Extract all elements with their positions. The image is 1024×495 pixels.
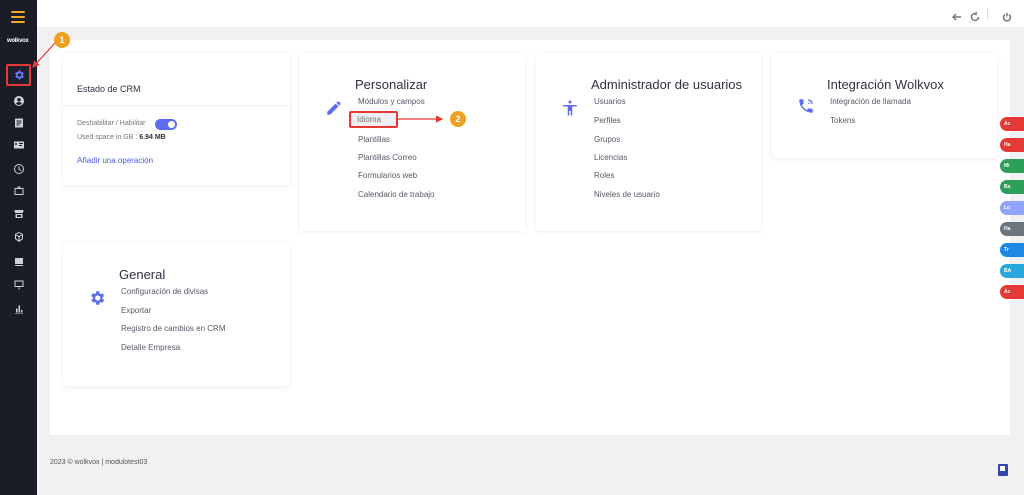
inbox-icon[interactable]	[10, 253, 27, 270]
side-tab-4[interactable]: Ba	[1000, 180, 1024, 194]
top-bar	[37, 0, 1024, 28]
side-tab-8[interactable]: BA	[1000, 264, 1024, 278]
side-tab-2[interactable]: Ha	[1000, 138, 1024, 152]
accessibility-icon	[561, 99, 579, 117]
link-configuracion-divisas[interactable]: Configuración de divisas	[121, 287, 208, 296]
link-integracion-llamada[interactable]: Integración de llamada	[830, 97, 911, 106]
integracion-title: Integración Wolkvox	[827, 77, 944, 92]
gear-icon	[88, 289, 106, 307]
divider	[63, 105, 290, 106]
step-badge-1: 1	[54, 32, 70, 48]
personalizar-title: Personalizar	[355, 77, 428, 92]
general-card: General Configuración de divisas Exporta…	[63, 243, 290, 386]
general-title: General	[119, 267, 166, 282]
link-exportar[interactable]: Exportar	[121, 306, 151, 315]
crm-state-title: Estado de CRM	[77, 84, 141, 94]
gear-icon	[15, 70, 24, 80]
link-detalle-empresa[interactable]: Detalle Empresa	[121, 343, 180, 352]
power-icon[interactable]	[1002, 9, 1012, 22]
bar-chart-icon[interactable]	[10, 300, 27, 317]
link-grupos[interactable]: Grupos	[594, 135, 620, 144]
side-tab-5[interactable]: Lo	[1000, 201, 1024, 215]
admin-usuarios-card: Administrador de usuarios Usuarios Perfi…	[536, 54, 761, 231]
user-circle-icon[interactable]	[10, 92, 27, 109]
store-icon[interactable]	[10, 205, 27, 222]
presentation-icon[interactable]	[10, 276, 27, 293]
link-plantillas[interactable]: Plantillas	[358, 135, 390, 144]
menu-icon[interactable]	[11, 11, 25, 23]
link-calendario-trabajo[interactable]: Calendario de trabajo	[358, 190, 435, 199]
side-tab-7[interactable]: Tr	[1000, 243, 1024, 257]
sidebar: wolkvox	[0, 0, 37, 495]
pencil-icon	[325, 99, 343, 117]
side-tab-3[interactable]: Mi	[1000, 159, 1024, 173]
personalizar-card: Personalizar Módulos y campos Idioma Pla…	[300, 54, 525, 231]
back-arrow-icon[interactable]	[951, 9, 962, 21]
crm-enable-toggle[interactable]	[155, 119, 177, 130]
divider	[987, 8, 988, 20]
link-licencias[interactable]: Licencias	[594, 153, 627, 162]
used-space: Used space in GB : 6.94 MB	[77, 134, 166, 141]
crm-state-card: Estado de CRM Deshabilitar / Habilitar U…	[63, 54, 290, 185]
clock-icon[interactable]	[10, 160, 27, 177]
id-card-icon[interactable]	[10, 136, 27, 153]
toggle-label: Deshabilitar / Habilitar	[77, 120, 146, 127]
space-label: Used space in GB :	[77, 134, 138, 141]
space-value: 6.94 MB	[139, 134, 166, 141]
side-tab-1[interactable]: Ac	[1000, 117, 1024, 131]
integracion-card: Integración Wolkvox Integración de llama…	[772, 54, 997, 158]
list-icon[interactable]	[10, 114, 27, 131]
link-roles[interactable]: Roles	[594, 171, 614, 180]
link-idioma[interactable]: Idioma	[357, 115, 381, 124]
refresh-icon[interactable]	[970, 9, 980, 22]
add-operation-link[interactable]: Añadir una operación	[77, 156, 153, 165]
side-tab-6[interactable]: Ha	[1000, 222, 1024, 236]
sidebar-item-settings[interactable]	[6, 64, 31, 86]
link-modulos-campos[interactable]: Módulos y campos	[358, 97, 425, 106]
briefcase-icon[interactable]	[10, 182, 27, 199]
link-niveles-usuario[interactable]: Niveles de usuario	[594, 190, 660, 199]
footer-text: 2023 © wolkvox | modulotest03	[50, 459, 148, 466]
link-usuarios[interactable]: Usuarios	[594, 97, 626, 106]
link-registro-cambios[interactable]: Registro de cambios en CRM	[121, 324, 225, 333]
link-tokens[interactable]: Tokens	[830, 116, 855, 125]
link-formularios-web[interactable]: Formularios web	[358, 171, 417, 180]
link-plantillas-correo[interactable]: Plantillas Correo	[358, 153, 417, 162]
phone-call-icon	[797, 97, 815, 115]
step-badge-2: 2	[450, 111, 466, 127]
side-tab-9[interactable]: Ac	[1000, 285, 1024, 299]
box-icon[interactable]	[10, 228, 27, 245]
logo: wolkvox	[7, 38, 29, 44]
book-icon[interactable]	[998, 464, 1008, 476]
admin-usuarios-title: Administrador de usuarios	[591, 77, 743, 92]
link-perfiles[interactable]: Perfiles	[594, 116, 621, 125]
